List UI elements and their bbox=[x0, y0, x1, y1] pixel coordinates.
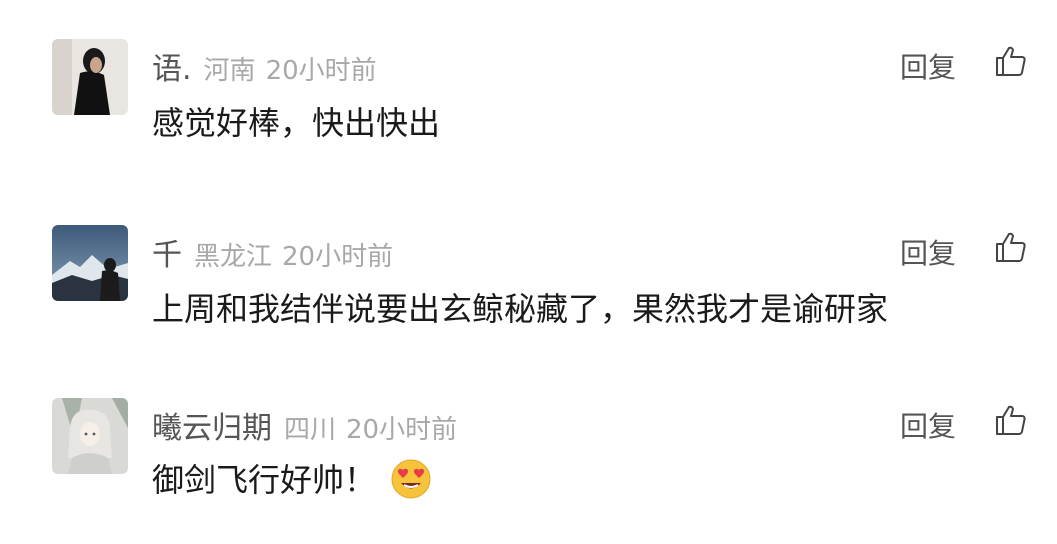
location-label: 河南 bbox=[203, 56, 256, 86]
timestamp: 20小时前 bbox=[282, 242, 394, 272]
timestamp: 20小时前 bbox=[265, 56, 377, 86]
like-button[interactable] bbox=[994, 44, 1028, 78]
thumbs-up-icon bbox=[996, 405, 1026, 435]
username[interactable]: 千 bbox=[152, 230, 182, 274]
comment-item: 千 黑龙江 20小时前 回复 上周和我结伴说要出玄鲸秘藏了，果然我才是谕研家 bbox=[0, 186, 1057, 328]
comment-text: 感觉好棒，快出快出 bbox=[152, 104, 441, 142]
username[interactable]: 曦云归期 bbox=[152, 403, 272, 447]
reply-button[interactable]: 回复 bbox=[900, 232, 956, 272]
avatar[interactable] bbox=[52, 39, 128, 115]
comment-text: 御剑飞行好帅！ bbox=[152, 455, 432, 501]
timestamp: 20小时前 bbox=[346, 415, 458, 445]
reply-button[interactable]: 回复 bbox=[900, 46, 956, 86]
avatar[interactable] bbox=[52, 225, 128, 301]
heart-eyes-emoji bbox=[390, 458, 432, 500]
like-button[interactable] bbox=[994, 230, 1028, 264]
thumbs-up-icon bbox=[996, 46, 1026, 76]
location-label: 黑龙江 bbox=[194, 242, 273, 272]
location-label: 四川 bbox=[284, 415, 337, 445]
reply-button[interactable]: 回复 bbox=[900, 405, 956, 445]
comment-text-content: 御剑飞行好帅！ bbox=[152, 461, 377, 499]
comment-item: 语. 河南 20小时前 回复 感觉好棒，快出快出 bbox=[0, 0, 1057, 142]
comment-item: 曦云归期 四川 20小时前 回复 御剑飞行好帅！ bbox=[0, 359, 1057, 499]
thumbs-up-icon bbox=[996, 232, 1026, 262]
username[interactable]: 语. bbox=[152, 44, 192, 88]
comment-text: 上周和我结伴说要出玄鲸秘藏了，果然我才是谕研家 bbox=[152, 290, 889, 328]
avatar[interactable] bbox=[52, 398, 128, 474]
like-button[interactable] bbox=[994, 403, 1028, 437]
